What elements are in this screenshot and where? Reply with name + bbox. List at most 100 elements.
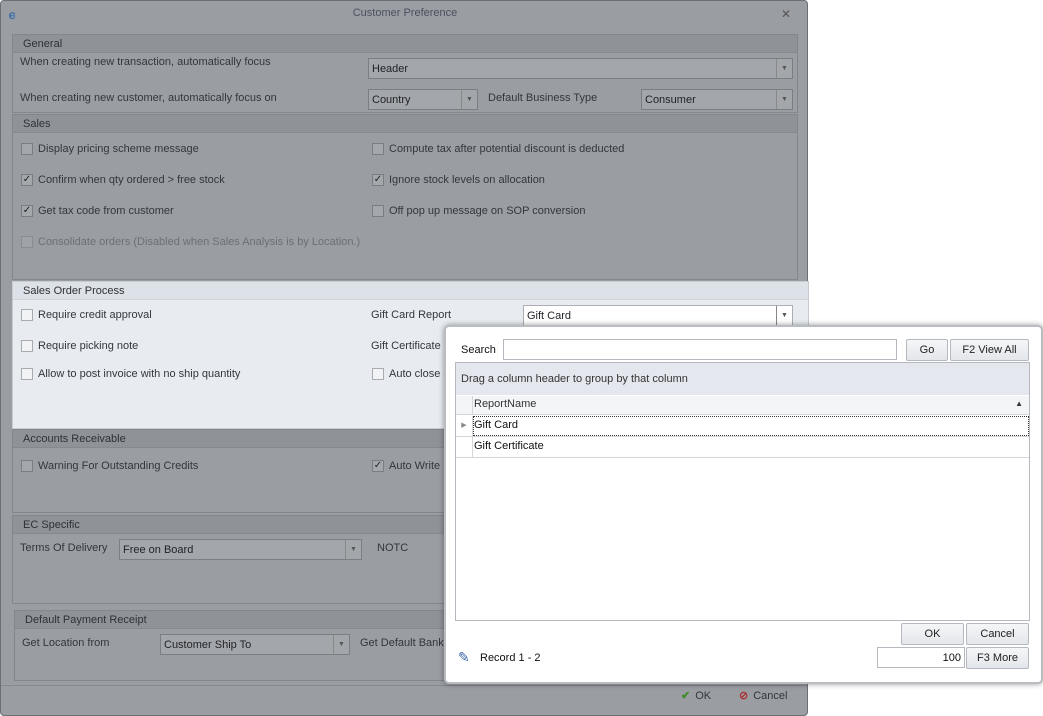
row-indicator-header xyxy=(456,396,473,414)
sales-section: Sales Display pricing scheme message Com… xyxy=(12,114,798,280)
checkbox-ignore-stock[interactable]: ✓ Ignore stock levels on allocation xyxy=(372,174,545,186)
report-lookup-popup: Search Go F2 View All Drag a column head… xyxy=(444,325,1043,684)
notc-label: NOTC xyxy=(377,542,409,554)
page-size-input[interactable]: 100 xyxy=(877,647,965,668)
select-value: Header xyxy=(372,63,409,75)
grid-header-row: ReportName ▲ xyxy=(456,396,1029,415)
chevron-down-icon: ▼ xyxy=(461,90,477,109)
checkbox-label: Ignore stock levels on allocation xyxy=(389,174,545,186)
checkbox[interactable] xyxy=(21,340,33,352)
checkbox-label: Confirm when qty ordered > free stock xyxy=(38,174,225,186)
new-customer-focus-label: When creating new customer, automaticall… xyxy=(20,92,277,104)
checkbox-consolidate-orders: Consolidate orders (Disabled when Sales … xyxy=(21,236,360,248)
checkbox-label: Auto close s xyxy=(389,368,449,380)
checkmark-icon: ✔ xyxy=(681,690,691,702)
report-grid: Drag a column header to group by that co… xyxy=(455,362,1030,621)
checkbox-label: Compute tax after potential discount is … xyxy=(389,143,625,155)
select-value: Consumer xyxy=(645,94,696,106)
checkbox-auto-write[interactable]: ✓ Auto Write xyxy=(372,460,440,472)
lookup-ok-button[interactable]: OK xyxy=(901,623,964,645)
close-icon[interactable]: ✕ xyxy=(781,7,791,21)
new-transaction-focus-label: When creating new transaction, automatic… xyxy=(20,56,271,68)
location-from-select[interactable]: Customer Ship To ▼ xyxy=(160,634,350,655)
chevron-down-icon: ▼ xyxy=(776,90,792,109)
business-type-label: Default Business Type xyxy=(488,92,598,104)
column-header-reportname[interactable]: ReportName xyxy=(474,398,536,410)
checkbox-label: Consolidate orders (Disabled when Sales … xyxy=(38,236,361,248)
general-section: General When creating new transaction, a… xyxy=(12,34,798,113)
terms-of-delivery-select[interactable]: Free on Board ▼ xyxy=(119,539,362,560)
search-label: Search xyxy=(461,344,496,356)
search-input[interactable] xyxy=(503,339,897,360)
select-value: Gift Card xyxy=(527,310,572,322)
cancel-icon: ⊘ xyxy=(739,690,749,702)
cancel-label: Cancel xyxy=(753,689,788,702)
checkbox[interactable] xyxy=(372,143,384,155)
view-all-button[interactable]: F2 View All xyxy=(950,339,1029,361)
checkbox[interactable] xyxy=(21,460,33,472)
gift-card-report-label: Gift Card Report xyxy=(371,309,452,321)
window-title: Customer Preference xyxy=(352,7,458,19)
checkbox-outstanding-credits[interactable]: Warning For Outstanding Credits xyxy=(21,460,198,472)
checkbox[interactable]: ✓ xyxy=(21,174,33,186)
checkbox-label: Require credit approval xyxy=(38,309,152,321)
sort-ascending-icon: ▲ xyxy=(1015,399,1023,408)
ok-button[interactable]: ✔ OK xyxy=(681,689,712,703)
checkbox[interactable] xyxy=(21,368,33,380)
notebook-icon: ✎ xyxy=(458,649,470,665)
chevron-down-icon: ▼ xyxy=(776,59,792,78)
footer-bar xyxy=(1,685,807,686)
default-bank-label: Get Default Bank xyxy=(360,637,444,649)
checkbox-off-popup[interactable]: Off pop up message on SOP conversion xyxy=(372,205,586,217)
checkbox[interactable] xyxy=(21,309,33,321)
select-value: Free on Board xyxy=(123,544,194,556)
cell-report-name: Gift Certificate xyxy=(474,440,544,452)
gift-card-report-select[interactable]: Gift Card ▼ xyxy=(523,305,793,326)
checkbox-label: Warning For Outstanding Credits xyxy=(38,460,199,472)
section-title: Sales xyxy=(13,115,797,133)
checkbox[interactable]: ✓ xyxy=(21,205,33,217)
lookup-cancel-button[interactable]: Cancel xyxy=(966,623,1029,645)
checkbox-label: Off pop up message on SOP conversion xyxy=(389,205,586,217)
checkbox-credit-approval[interactable]: Require credit approval xyxy=(21,309,152,321)
checkbox-post-invoice[interactable]: Allow to post invoice with no ship quant… xyxy=(21,368,240,380)
row-pointer-icon: ▶ xyxy=(456,416,473,436)
location-from-label: Get Location from xyxy=(22,637,110,649)
table-row[interactable]: Gift Certificate xyxy=(456,437,1029,458)
chevron-down-icon: ▼ xyxy=(776,306,792,325)
checkbox[interactable]: ✓ xyxy=(372,174,384,186)
checkbox-label: Require picking note xyxy=(38,340,139,352)
new-customer-focus-select[interactable]: Country ▼ xyxy=(368,89,478,110)
select-value: Customer Ship To xyxy=(164,639,252,651)
checkbox xyxy=(21,236,33,248)
cancel-button[interactable]: ⊘ Cancel xyxy=(739,689,788,703)
checkbox-label: Display pricing scheme message xyxy=(38,143,199,155)
focus-outline xyxy=(473,416,1029,436)
section-title: Sales Order Process xyxy=(13,282,808,300)
checkbox[interactable]: ✓ xyxy=(372,460,384,472)
terms-of-delivery-label: Terms Of Delivery xyxy=(20,542,108,554)
new-transaction-focus-select[interactable]: Header ▼ xyxy=(368,58,793,79)
group-panel: Drag a column header to group by that co… xyxy=(456,363,1029,395)
checkbox[interactable] xyxy=(372,205,384,217)
checkbox[interactable] xyxy=(21,143,33,155)
table-row[interactable]: ▶ Gift Card xyxy=(456,416,1029,437)
checkbox-confirm-qty[interactable]: ✓ Confirm when qty ordered > free stock xyxy=(21,174,225,186)
record-count: Record 1 - 2 xyxy=(480,652,541,664)
section-title: General xyxy=(13,35,797,53)
checkbox-label: Allow to post invoice with no ship quant… xyxy=(38,368,241,380)
go-button[interactable]: Go xyxy=(906,339,948,361)
select-value: Country xyxy=(372,94,411,106)
chevron-down-icon: ▼ xyxy=(333,635,349,654)
checkbox-tax-code[interactable]: ✓ Get tax code from customer xyxy=(21,205,174,217)
more-button[interactable]: F3 More xyxy=(966,647,1029,669)
business-type-select[interactable]: Consumer ▼ xyxy=(641,89,793,110)
checkbox-label: Auto Write xyxy=(389,460,441,472)
ok-label: OK xyxy=(695,689,712,702)
checkbox-compute-tax[interactable]: Compute tax after potential discount is … xyxy=(372,143,624,155)
checkbox-auto-close[interactable]: Auto close s xyxy=(372,368,449,380)
checkbox[interactable] xyxy=(372,368,384,380)
chevron-down-icon: ▼ xyxy=(345,540,361,559)
checkbox-display-pricing[interactable]: Display pricing scheme message xyxy=(21,143,199,155)
checkbox-picking-note[interactable]: Require picking note xyxy=(21,340,138,352)
